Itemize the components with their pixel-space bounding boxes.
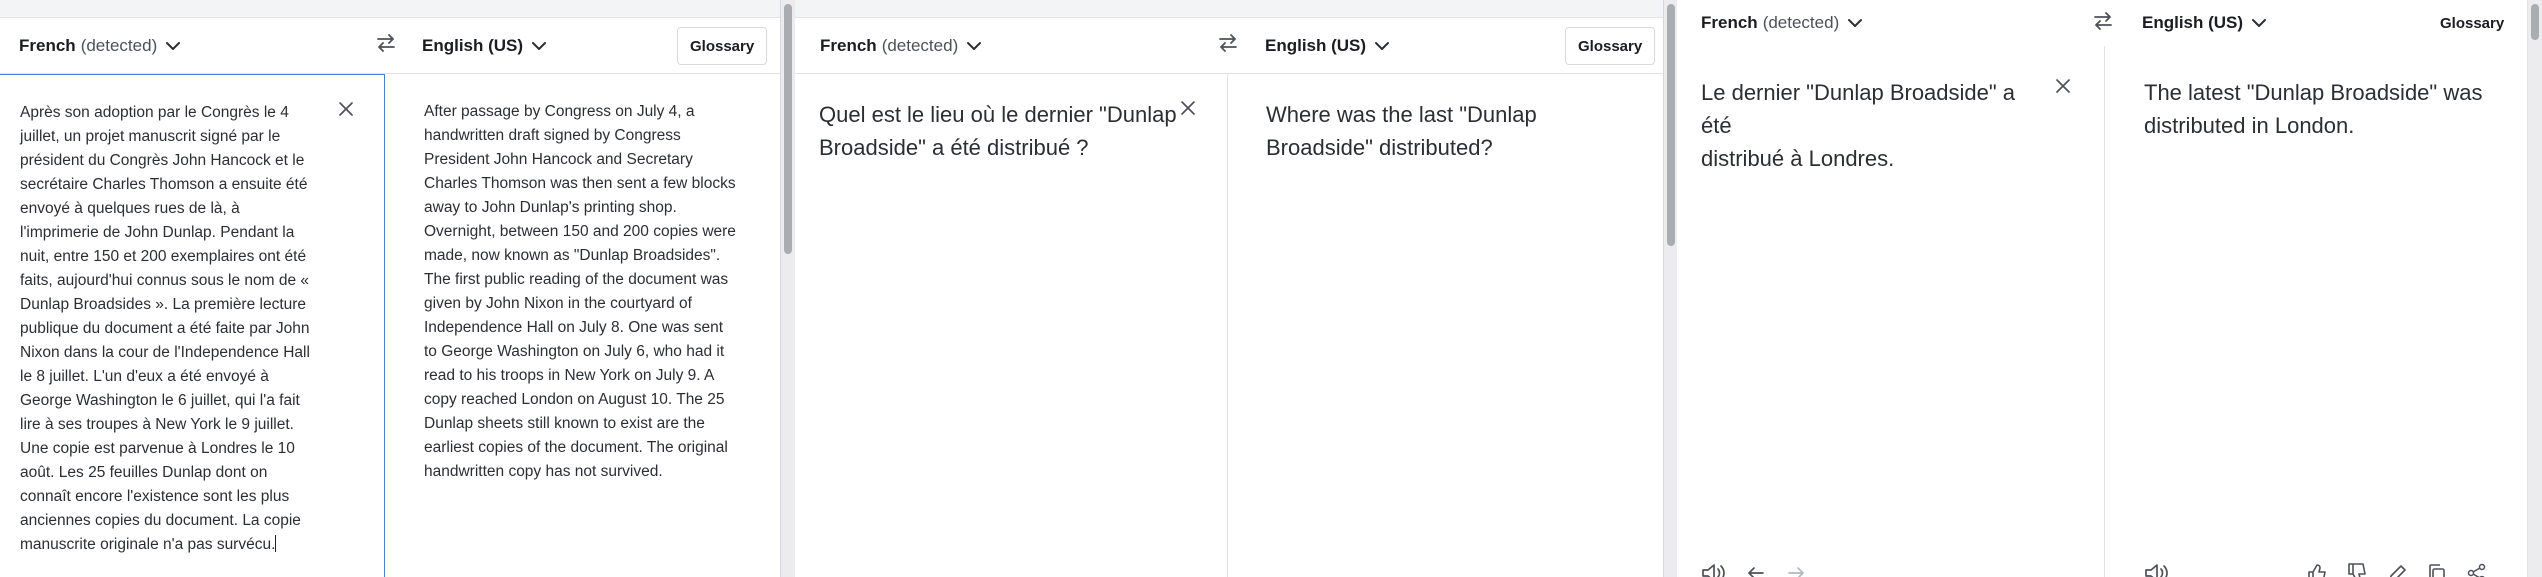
scrollbar-3[interactable] bbox=[2527, 0, 2542, 577]
close-icon bbox=[2055, 78, 2071, 99]
clear-source-button[interactable] bbox=[1180, 100, 1196, 121]
browser-strip bbox=[795, 0, 1663, 18]
scrollbar-2[interactable] bbox=[1663, 0, 1678, 577]
scrollbar-thumb[interactable] bbox=[784, 4, 792, 254]
chevron-down-icon bbox=[966, 41, 982, 51]
target-language-selector[interactable]: English (US) bbox=[2142, 0, 2267, 46]
source-language-name: French bbox=[1701, 13, 1758, 32]
detected-label: (detected) bbox=[80, 35, 158, 55]
glossary-button[interactable]: Glossary bbox=[1565, 27, 1656, 65]
glossary-button[interactable]: Glossary bbox=[2428, 4, 2517, 42]
chevron-down-icon bbox=[2251, 18, 2267, 28]
target-language-selector[interactable]: English (US) bbox=[1265, 18, 1390, 73]
source-language-selector[interactable]: French (detected) bbox=[19, 18, 181, 73]
language-toolbar: French (detected) English (US) Glossary bbox=[0, 18, 780, 74]
thumbs-down-icon[interactable] bbox=[2346, 563, 2368, 577]
swap-languages-icon bbox=[1217, 33, 1239, 58]
target-speaker bbox=[2144, 563, 2170, 577]
translator-panel-3: French (detected) English (US) Glossary … bbox=[1677, 0, 2542, 577]
source-text[interactable]: Quel est le lieu où le dernier "Dunlap B… bbox=[819, 98, 1184, 164]
browser-strip bbox=[0, 0, 780, 18]
translated-text: Where was the last "Dunlap Broadside" di… bbox=[1266, 102, 1537, 160]
clear-source-button[interactable] bbox=[2055, 78, 2071, 99]
language-toolbar: French (detected) English (US) Glossary bbox=[795, 18, 1663, 74]
swap-languages-button[interactable] bbox=[1217, 18, 1239, 73]
target-language-name: English (US) bbox=[1265, 35, 1367, 55]
source-text[interactable]: Après son adoption par le Congrès le 4 j… bbox=[20, 104, 310, 553]
close-icon bbox=[1180, 100, 1196, 121]
translated-text: The latest "Dunlap Broadside" was distri… bbox=[2144, 80, 2483, 138]
target-language-name: English (US) bbox=[422, 35, 524, 55]
chevron-down-icon bbox=[531, 41, 547, 51]
scrollbar-thumb[interactable] bbox=[2531, 4, 2539, 40]
target-text-area: After passage by Congress on July 4, a h… bbox=[386, 74, 780, 577]
speaker-icon[interactable] bbox=[1701, 563, 1727, 577]
translator-panel-1: French (detected) English (US) Glossary … bbox=[0, 0, 780, 577]
scrollbar-thumb[interactable] bbox=[1667, 4, 1675, 246]
share-icon[interactable] bbox=[2466, 563, 2488, 577]
translator-panel-2: French (detected) English (US) Glossary … bbox=[795, 0, 1663, 577]
target-language-name: English (US) bbox=[2142, 13, 2244, 32]
close-icon bbox=[338, 101, 354, 122]
target-text-area: The latest "Dunlap Broadside" was distri… bbox=[2106, 46, 2542, 577]
redo-icon[interactable] bbox=[1785, 563, 1807, 577]
source-text[interactable]: Le dernier "Dunlap Broadside" a été dist… bbox=[1701, 76, 2051, 175]
text-caret bbox=[275, 535, 277, 552]
source-text-area[interactable]: Après son adoption par le Congrès le 4 j… bbox=[0, 74, 385, 577]
source-actions bbox=[1701, 563, 1807, 577]
source-language-selector[interactable]: French (detected) bbox=[1701, 0, 1863, 46]
detected-label: (detected) bbox=[881, 35, 959, 55]
thumbs-up-icon[interactable] bbox=[2306, 563, 2328, 577]
translated-text: After passage by Congress on July 4, a h… bbox=[424, 103, 736, 480]
swap-languages-icon bbox=[2092, 11, 2114, 36]
glossary-button[interactable]: Glossary bbox=[677, 27, 768, 65]
source-language-selector[interactable]: French (detected) bbox=[820, 18, 982, 73]
chevron-down-icon bbox=[165, 41, 181, 51]
source-text-area[interactable]: Le dernier "Dunlap Broadside" a été dist… bbox=[1677, 46, 2105, 577]
speaker-icon[interactable] bbox=[2144, 563, 2170, 577]
source-language-name: French bbox=[820, 35, 877, 55]
swap-languages-button[interactable] bbox=[2092, 0, 2114, 46]
swap-languages-button[interactable] bbox=[375, 18, 397, 73]
edit-icon[interactable] bbox=[2386, 563, 2408, 577]
target-language-selector[interactable]: English (US) bbox=[422, 18, 547, 73]
target-text-area: Where was the last "Dunlap Broadside" di… bbox=[1229, 74, 1663, 577]
scrollbar-1[interactable] bbox=[780, 0, 795, 577]
chevron-down-icon bbox=[1847, 18, 1863, 28]
detected-label: (detected) bbox=[1762, 13, 1840, 32]
copy-icon[interactable] bbox=[2426, 563, 2448, 577]
source-text-area[interactable]: Quel est le lieu où le dernier "Dunlap B… bbox=[795, 74, 1228, 577]
language-toolbar: French (detected) English (US) Glossary bbox=[1677, 0, 2542, 46]
swap-languages-icon bbox=[375, 33, 397, 58]
target-actions bbox=[2306, 563, 2488, 577]
source-language-name: French bbox=[19, 35, 76, 55]
chevron-down-icon bbox=[1374, 41, 1390, 51]
clear-source-button[interactable] bbox=[338, 101, 354, 122]
undo-icon[interactable] bbox=[1745, 563, 1767, 577]
